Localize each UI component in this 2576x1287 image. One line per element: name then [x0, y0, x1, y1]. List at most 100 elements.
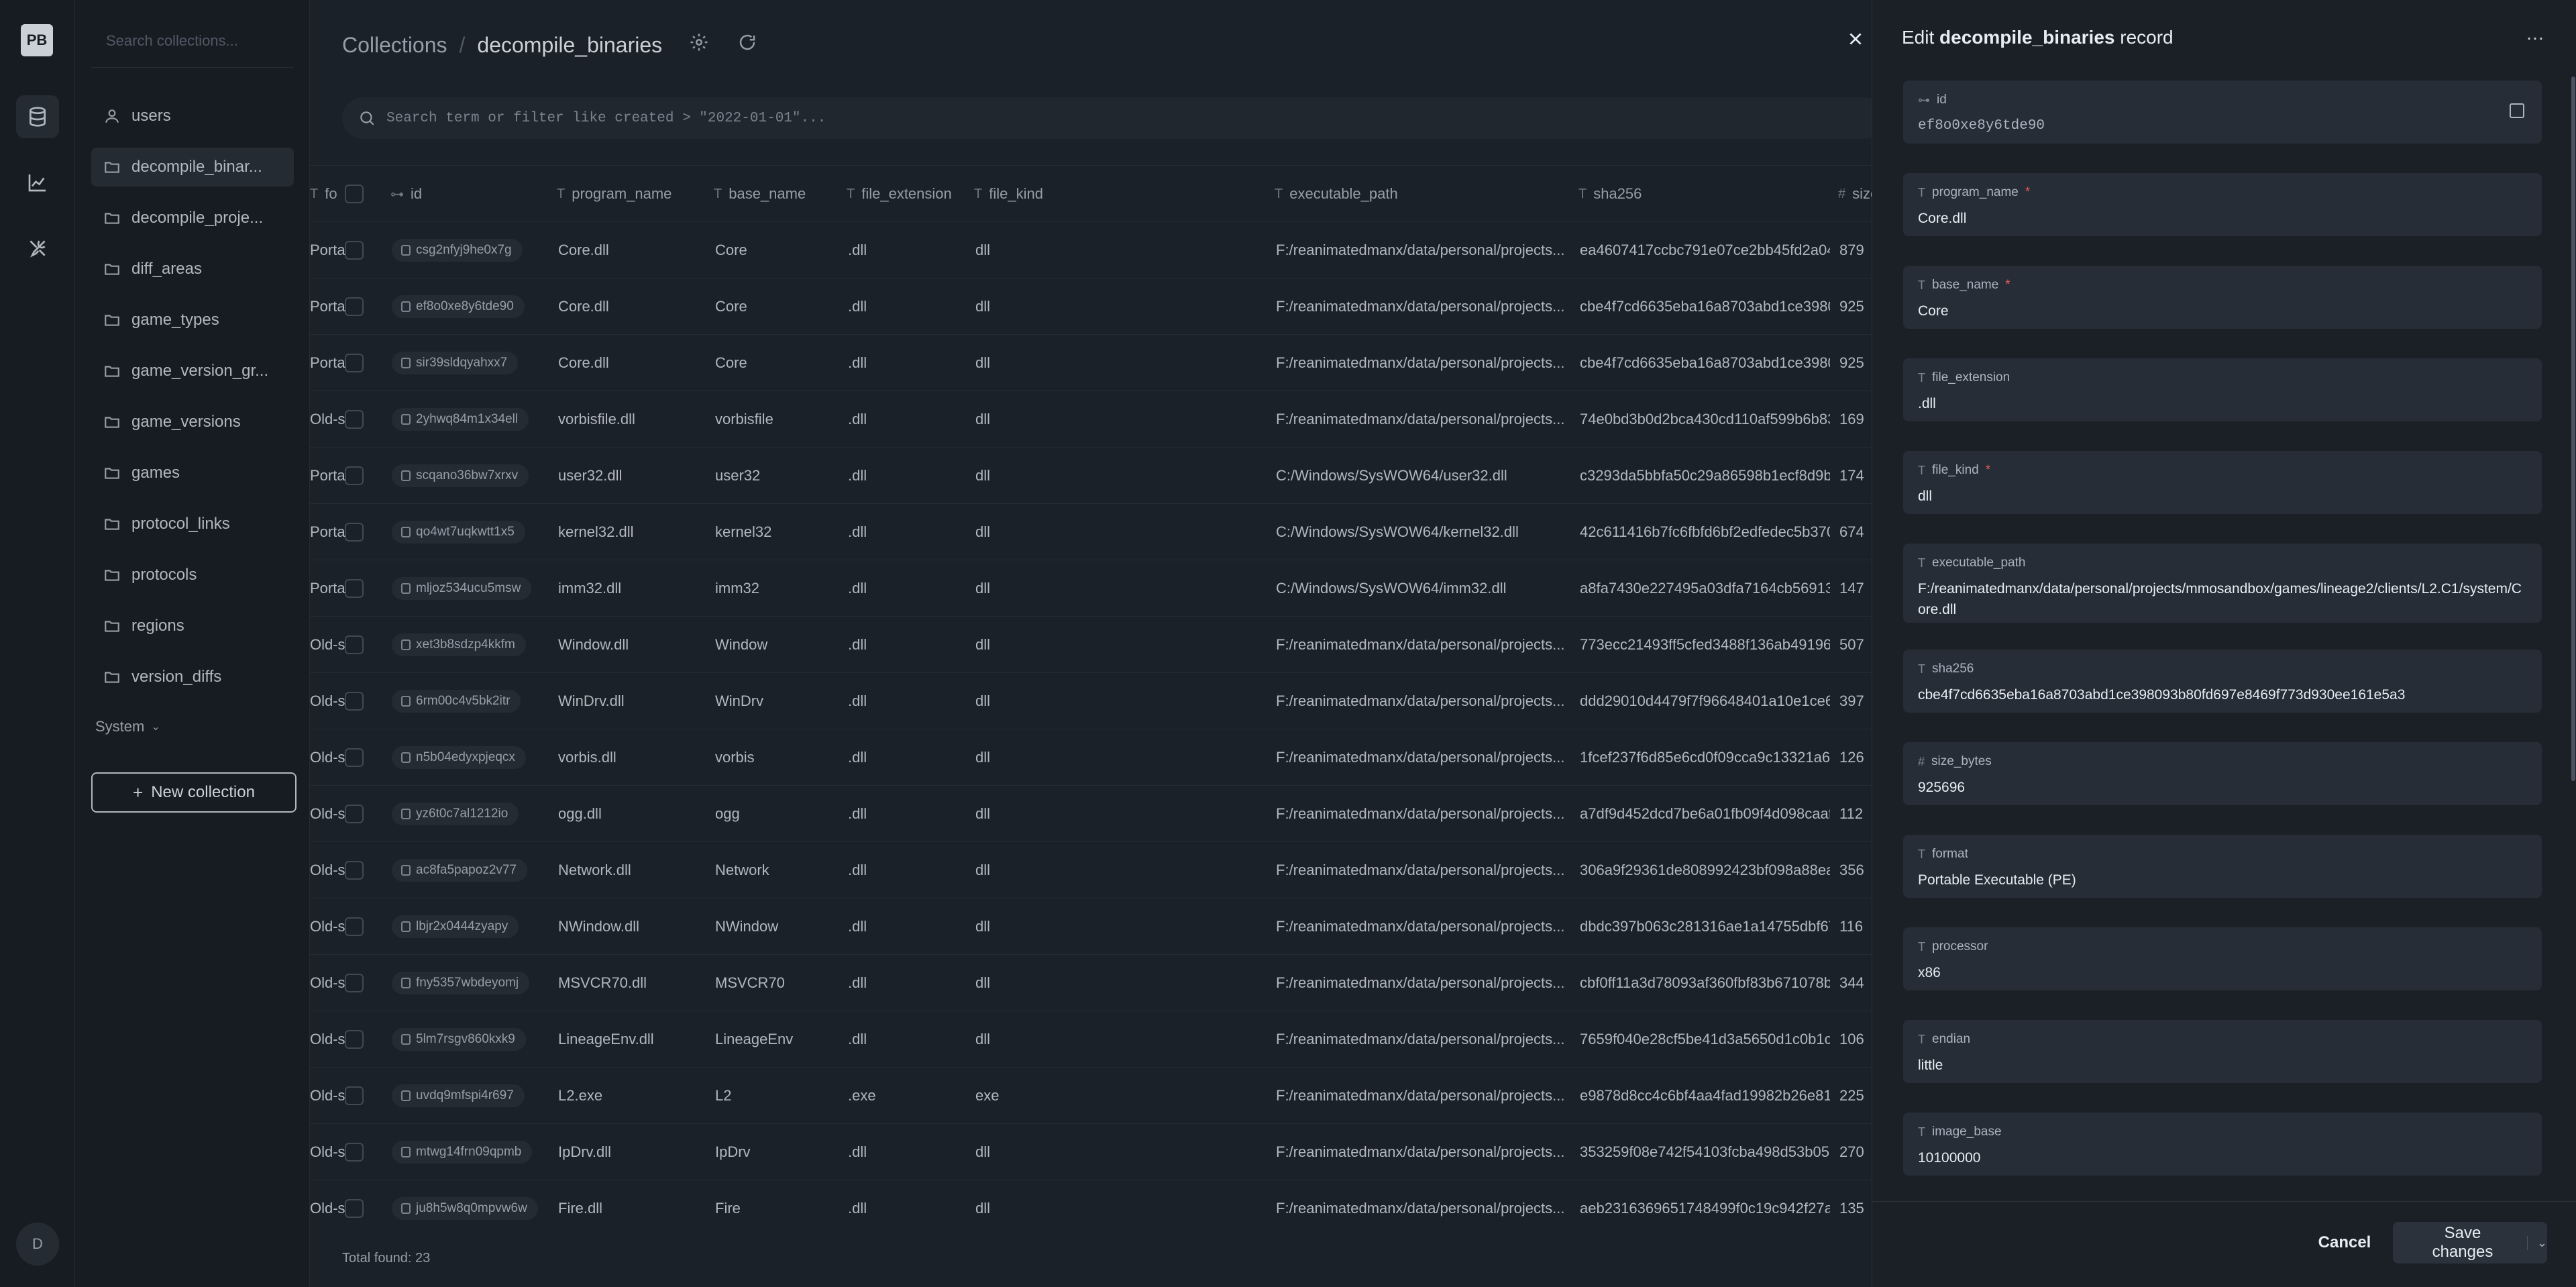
new-collection-button[interactable]: + New collection	[91, 772, 297, 813]
column-header-6[interactable]: Tsha256	[1578, 166, 1642, 222]
breadcrumb-root[interactable]: Collections	[342, 33, 447, 58]
records-search-input[interactable]	[386, 110, 1594, 126]
logs-nav-button[interactable]	[16, 161, 59, 204]
field-base_name[interactable]: Tbase_name * Core	[1903, 266, 2542, 329]
sidebar-item-7[interactable]: games	[91, 454, 294, 493]
table-row[interactable]: yz6t0c7al1212io ogg.dll ogg .dll dll F:/reani…	[310, 786, 1873, 842]
field-file_extension[interactable]: Tfile_extension .dll	[1903, 358, 2542, 421]
calendar-icon[interactable]	[2510, 103, 2524, 118]
collections-nav-button[interactable]	[16, 95, 59, 138]
panel-scrollbar[interactable]	[2571, 76, 2575, 781]
close-panel-button[interactable]	[1841, 24, 1870, 54]
user-avatar[interactable]: D	[16, 1223, 59, 1266]
sidebar-item-11[interactable]: version_diffs	[91, 658, 294, 697]
row-checkbox[interactable]	[345, 729, 364, 786]
id-copy-pill[interactable]: ef8o0xe8y6tde90	[392, 295, 525, 318]
column-header-5[interactable]: Texecutable_path	[1275, 166, 1398, 222]
id-copy-pill[interactable]: qo4wt7uqkwtt1x5	[392, 521, 525, 544]
sidebar-item-2[interactable]: decompile_proje...	[91, 199, 294, 238]
table-row[interactable]: sir39sldqyahxx7 Core.dll Core .dll dll F:/rea…	[310, 335, 1873, 391]
id-copy-pill[interactable]: ju8h5w8q0mpvw6w	[392, 1197, 538, 1220]
id-copy-pill[interactable]: yz6t0c7al1212io	[392, 803, 519, 825]
row-checkbox[interactable]	[345, 391, 364, 448]
row-checkbox[interactable]	[345, 955, 364, 1011]
table-row[interactable]: mtwg14frn09qpmb IpDrv.dll IpDrv .dll dll F:/r…	[310, 1124, 1873, 1180]
table-row[interactable]: xet3b8sdzp4kkfm Window.dll Window .dll dll F:…	[310, 617, 1873, 673]
id-copy-pill[interactable]: scqano36bw7xrxv	[392, 464, 529, 487]
row-checkbox[interactable]	[345, 222, 364, 278]
column-header-1[interactable]: Tprogram_name	[557, 166, 672, 222]
id-copy-pill[interactable]: 5lm7rsgv860kxk9	[392, 1028, 526, 1051]
field-endian[interactable]: Tendian little	[1903, 1020, 2542, 1083]
id-copy-pill[interactable]: sir39sldqyahxx7	[392, 352, 519, 374]
column-header-0[interactable]: ⊶ id	[390, 166, 422, 222]
cancel-button[interactable]: Cancel	[2298, 1222, 2392, 1264]
id-copy-pill[interactable]: uvdq9mfspi4r697	[392, 1084, 525, 1107]
field-executable_path[interactable]: Texecutable_path F:/reanimatedmanx/data/p…	[1903, 544, 2542, 623]
field-value[interactable]: dll	[1918, 486, 2527, 507]
field-value[interactable]: Core	[1918, 301, 2527, 321]
field-image_base[interactable]: Timage_base 10100000	[1903, 1113, 2542, 1176]
sidebar-item-3[interactable]: diff_areas	[91, 250, 294, 289]
row-checkbox[interactable]	[345, 673, 364, 729]
field-value[interactable]: F:/reanimatedmanx/data/personal/projects…	[1918, 578, 2527, 620]
more-options-button[interactable]: …	[2522, 24, 2548, 47]
table-row[interactable]: ac8fa5papoz2v77 Network.dll Network .dll dll…	[310, 842, 1873, 898]
table-row[interactable]: uvdq9mfspi4r697 L2.exe L2 .exe exe F:/reanima…	[310, 1068, 1873, 1124]
row-checkbox[interactable]	[345, 560, 364, 617]
row-checkbox[interactable]	[345, 1124, 364, 1180]
field-file_kind[interactable]: Tfile_kind * dll	[1903, 451, 2542, 514]
table-row[interactable]: ju8h5w8q0mpvw6w Fire.dll Fire .dll dll F:/rea…	[310, 1180, 1873, 1225]
column-header-8[interactable]: Tfo	[310, 166, 337, 222]
row-checkbox[interactable]	[345, 335, 364, 391]
table-row[interactable]: scqano36bw7xrxv user32.dll user32 .dll dll C:…	[310, 448, 1873, 504]
field-value[interactable]: .dll	[1918, 393, 2527, 414]
field-format[interactable]: Tformat Portable Executable (PE)	[1903, 835, 2542, 898]
table-row[interactable]: n5b04edyxpjeqcx vorbis.dll vorbis .dll dll F:…	[310, 729, 1873, 786]
refresh-button[interactable]	[737, 32, 757, 58]
field-value[interactable]: 10100000	[1918, 1147, 2527, 1168]
table-row[interactable]: fny5357wbdeyomj MSVCR70.dll MSVCR70 .dll dll…	[310, 955, 1873, 1011]
id-copy-pill[interactable]: fny5357wbdeyomj	[392, 972, 530, 994]
id-copy-pill[interactable]: mtwg14frn09qpmb	[392, 1141, 533, 1164]
field-value[interactable]: Core.dll	[1918, 208, 2527, 229]
row-checkbox[interactable]	[345, 1068, 364, 1124]
field-size_bytes[interactable]: # size_bytes 925696	[1903, 742, 2542, 805]
select-all-checkbox[interactable]	[345, 166, 364, 222]
sidebar-item-4[interactable]: game_types	[91, 301, 294, 340]
column-header-2[interactable]: Tbase_name	[714, 166, 806, 222]
sidebar-item-8[interactable]: protocol_links	[91, 505, 294, 544]
field-value[interactable]: x86	[1918, 962, 2527, 983]
table-row[interactable]: ef8o0xe8y6tde90 Core.dll Core .dll dll F:/rea…	[310, 278, 1873, 335]
collection-settings-button[interactable]	[689, 32, 709, 58]
id-copy-pill[interactable]: 6rm00c4v5bk2itr	[392, 690, 521, 713]
field-value[interactable]: little	[1918, 1055, 2527, 1076]
save-changes-button[interactable]: Save changes ⌄	[2393, 1222, 2547, 1264]
system-section-toggle[interactable]: System ⌄	[95, 718, 160, 735]
id-copy-pill[interactable]: csg2nfyj9he0x7g	[392, 239, 523, 262]
table-row[interactable]: qo4wt7uqkwtt1x5 kernel32.dll kernel32 .dll d…	[310, 504, 1873, 560]
table-row[interactable]: 5lm7rsgv860kxk9 LineageEnv.dll LineageEnv.…	[310, 1011, 1873, 1068]
sidebar-item-0[interactable]: users	[91, 97, 294, 136]
row-checkbox[interactable]	[345, 898, 364, 955]
row-checkbox[interactable]	[345, 1180, 364, 1225]
field-program_name[interactable]: Tprogram_name * Core.dll	[1903, 173, 2542, 236]
field-processor[interactable]: Tprocessor x86	[1903, 927, 2542, 990]
chevron-down-icon[interactable]: ⌄	[2526, 1235, 2547, 1250]
column-header-3[interactable]: Tfile_extension	[847, 166, 952, 222]
row-checkbox[interactable]	[345, 278, 364, 335]
table-row[interactable]: 6rm00c4v5bk2itr WinDrv.dll WinDrv .dll dll F:…	[310, 673, 1873, 729]
id-copy-pill[interactable]: mljoz534ucu5msw	[392, 577, 532, 600]
collections-search-input[interactable]: Search collections...	[106, 32, 294, 52]
sidebar-item-10[interactable]: regions	[91, 607, 294, 646]
table-row[interactable]: mljoz534ucu5msw imm32.dll imm32 .dll dll C:/W…	[310, 560, 1873, 617]
column-header-7[interactable]: # size_bytes	[1838, 166, 1873, 222]
settings-nav-button[interactable]	[16, 227, 59, 270]
id-copy-pill[interactable]: 2yhwq84m1x34ell	[392, 408, 529, 431]
row-checkbox[interactable]	[345, 448, 364, 504]
id-copy-pill[interactable]: lbjr2x0444zyapy	[392, 915, 519, 938]
field-value[interactable]: Portable Executable (PE)	[1918, 870, 2527, 890]
row-checkbox[interactable]	[345, 504, 364, 560]
id-copy-pill[interactable]: n5b04edyxpjeqcx	[392, 746, 526, 769]
row-checkbox[interactable]	[345, 1011, 364, 1068]
